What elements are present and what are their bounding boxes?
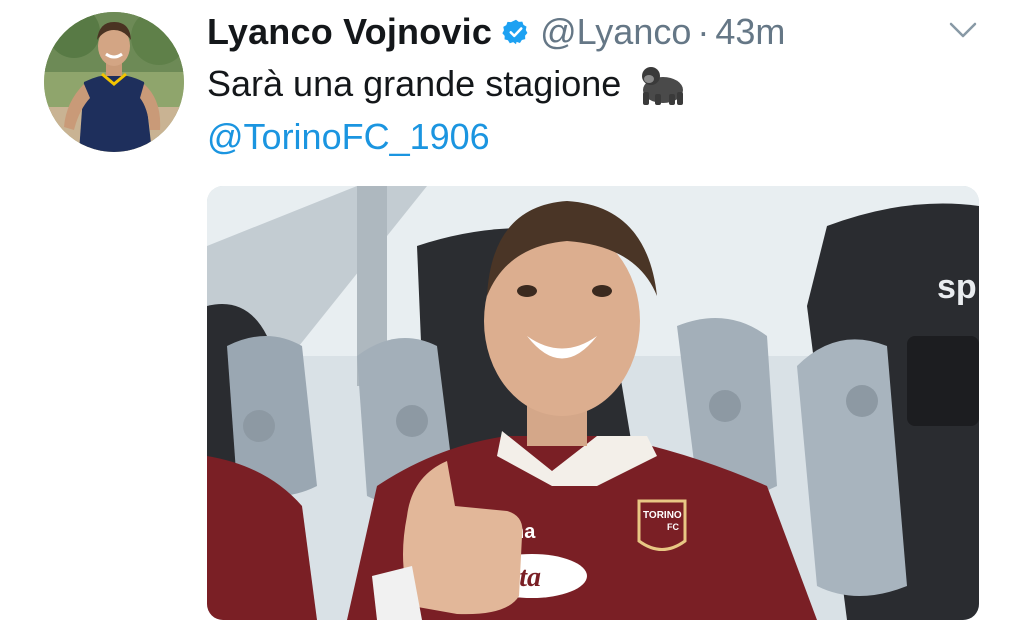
tweet-timestamp[interactable]: 43m — [715, 11, 785, 53]
crest-text: TORINO — [643, 510, 682, 521]
tweet-text: Sarà una grande stagione — [207, 63, 622, 104]
crest-fc-text: FC — [667, 522, 679, 532]
gorilla-emoji-icon — [642, 67, 684, 105]
author-handle[interactable]: @Lyanco — [540, 11, 691, 53]
avatar[interactable] — [44, 12, 184, 152]
player-photo: sp sp TORINO — [207, 186, 979, 620]
chevron-down-icon[interactable] — [948, 20, 978, 40]
tweet-media-photo[interactable]: sp sp TORINO — [207, 186, 979, 620]
tweet[interactable]: Lyanco Vojnovic @Lyanco · 43m Sarà una g… — [0, 0, 1024, 630]
tweet-header: Lyanco Vojnovic @Lyanco · 43m — [207, 6, 785, 58]
mention-link[interactable]: @TorinoFC_1906 — [207, 116, 490, 158]
author-name[interactable]: Lyanco Vojnovic — [207, 11, 492, 53]
avatar-photo — [44, 12, 184, 152]
verified-badge-icon — [502, 19, 528, 45]
meta-separator: · — [697, 11, 710, 52]
seat-brand-text-right: sp — [937, 268, 977, 306]
tweet-text-line: Sarà una grande stagione — [207, 62, 687, 106]
